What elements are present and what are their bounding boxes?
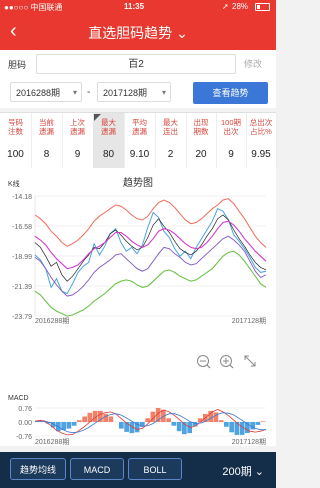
stat-header: 号码 注数 [8,118,23,136]
macd-histogram-bar [208,410,213,422]
macd-histogram-bar [71,422,77,426]
stat-column: 总出次 占比% 9.95 [246,113,277,168]
chart-panel: K线 趋势图 -14.18 -16.58 -18.99 -21.39 -23.79 20… [0,168,276,446]
stat-header: 100期 出次 [220,118,241,136]
start-period-value: 2016288期 [16,88,61,98]
chevron-down-icon: ▾ [161,88,166,97]
stat-value: 9 [74,149,81,160]
macd-histogram-bar [197,418,203,422]
kline-y-tick: -18.99 [12,254,32,261]
end-period-value: 2017128期 [103,88,148,98]
end-period-select[interactable]: 2017128期 ▾ [97,82,171,102]
macd-y-tick: 0.76 [18,406,32,413]
macd-histogram-bar [224,422,229,427]
macd-histogram-bar [255,422,261,425]
code-row: 胆码 百2 修改 [0,50,276,79]
macd-histogram-bar [166,418,171,422]
zoom-in-icon[interactable] [220,355,234,369]
chart-title: 趋势图 [123,176,153,189]
kline-series-line [34,208,267,295]
macd-histogram-bar [77,420,82,422]
page-title[interactable]: 直选胆码趋势 ⌄ [0,23,276,43]
code-field[interactable]: 百2 [36,54,236,74]
kline-label: K线 [8,179,20,188]
clock: 11:35 [124,2,145,11]
stat-column: 上次 遗漏 9 [62,113,94,168]
nav-bar: ‹ 直选胆码趋势 ⌄ [0,14,276,50]
trend-ma-button[interactable]: 趋势均线 [10,458,66,480]
macd-histogram-bar [66,422,72,429]
stat-value: 9.95 [251,149,271,160]
stat-header: 当前 遗漏 [39,118,54,136]
macd-label: MACD [8,395,29,402]
stat-value: 2 [167,149,174,160]
kline-y-tick: -21.39 [12,284,32,291]
macd-histogram-bar [108,416,114,422]
battery-icon [255,3,270,11]
kline-x-end: 2017128期 [232,317,266,325]
stat-column: 最大 连出 2 [155,113,187,168]
period-count-select[interactable]: 200期 ⌄ [222,463,264,479]
macd-x-end: 2017128期 [232,438,266,446]
stat-value: 100 [7,149,24,160]
macd-button[interactable]: MACD [70,458,124,480]
stat-value: 9 [228,149,234,160]
macd-histogram-bar [82,416,87,422]
status-bar: ●●○○○ 中国联通 11:35 ➚ 28% [0,0,276,14]
kline-x-start: 2016288期 [35,317,69,325]
carrier-label: ●●○○○ 中国联通 [4,3,63,12]
expand-icon[interactable] [244,355,256,367]
stat-header: 上次 遗漏 [70,118,85,136]
start-period-select[interactable]: 2016288期 ▾ [10,82,82,102]
macd-histogram-bar [171,422,177,426]
macd-x-start: 2016288期 [35,438,69,446]
period-separator: - [87,87,91,98]
macd-histogram-bar [103,413,108,422]
macd-histogram-bar [229,422,234,433]
bottom-toolbar: 趋势均线 MACD BOLL 200期 ⌄ [0,452,276,488]
stat-value: 80 [102,149,115,160]
macd-histogram-bar [176,422,182,432]
stat-header: 出现 期数 [193,118,209,136]
stats-table: 号码 注数 100 当前 遗漏 8 上次 遗漏 9 最大 遗漏 80 平均 遗漏 9.10 最大 连… [0,112,277,169]
kline-series-line [34,214,267,282]
macd-histogram-bar [119,422,124,429]
trend-chart[interactable]: K线 趋势图 -14.18 -16.58 -18.99 -21.39 -23.79 20… [0,168,276,446]
boll-button[interactable]: BOLL [128,458,182,480]
stat-column: 平均 遗漏 9.10 [124,113,156,168]
stat-column[interactable]: 最大 遗漏 80 [93,113,125,168]
macd-y-tick: 0.00 [18,420,32,427]
stat-column: 当前 遗漏 8 [31,113,63,168]
kline-series-line [34,250,267,317]
stat-header: 最大 遗漏 [101,118,116,136]
edit-button[interactable]: 修改 [236,54,270,74]
macd-histogram-bar [260,421,266,422]
kline-y-tick: -16.58 [12,224,32,231]
macd-y-tick: -0.76 [16,434,32,441]
location-icon: ➚ [222,2,229,11]
stat-column: 100期 出次 9 [216,113,247,168]
period-row: 2016288期 ▾ - 2017128期 ▾ 查看趋势 [0,78,276,108]
stat-header: 平均 遗漏 [132,118,147,136]
kline-y-tick: -23.79 [12,314,32,321]
stat-column: 号码 注数 100 [0,113,32,168]
stat-value: 9.10 [129,149,150,160]
kline-y-tick: -14.18 [12,194,32,201]
zoom-out-icon[interactable] [197,355,211,369]
view-trend-button[interactable]: 查看趋势 [193,82,268,104]
macd-histogram-bar [213,412,219,422]
battery-percent: 28% [232,2,249,11]
stat-column: 出现 期数 20 [186,113,217,168]
stat-value: 20 [195,149,207,160]
macd-histogram-bar [145,418,150,422]
chevron-down-icon: ▾ [72,88,77,97]
macd-histogram-bar [239,422,245,435]
stat-header: 最大 连出 [163,118,178,136]
stat-value: 8 [43,149,50,160]
code-label: 胆码 [8,60,27,70]
stat-header: 总出次 占比% [249,118,273,136]
macd-histogram-bar [218,420,224,422]
